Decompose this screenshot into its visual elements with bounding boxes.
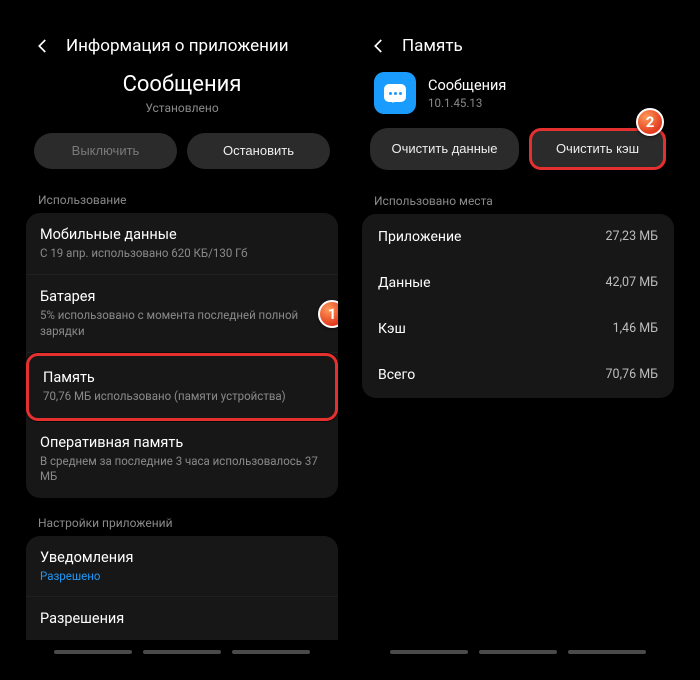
clear-data-button[interactable]: Очистить данные (370, 128, 519, 170)
nav-recent[interactable] (54, 650, 132, 654)
storage-data-row: Данные 42,07 МБ (362, 260, 674, 306)
value: 42,07 МБ (606, 275, 658, 290)
storage-total-row: Всего 70,76 МБ (362, 352, 674, 398)
disable-button[interactable]: Выключить (34, 133, 177, 169)
header: Память (356, 20, 680, 66)
header: Информация о приложении (20, 20, 344, 66)
row-title: Память (43, 369, 321, 386)
back-icon[interactable] (370, 37, 388, 55)
section-space-used: Использовано места (356, 186, 680, 214)
storage-app-row: Приложение 27,23 МБ (362, 214, 674, 260)
nav-recent[interactable] (390, 650, 468, 654)
force-stop-button[interactable]: Остановить (187, 133, 330, 169)
messages-app-icon (374, 72, 416, 114)
storage-row[interactable]: Память 70,76 МБ использовано (памяти уст… (26, 353, 338, 421)
label: Всего (378, 367, 415, 383)
label: Данные (378, 275, 431, 291)
app-name: Сообщения (428, 77, 506, 94)
row-title: Мобильные данные (40, 226, 324, 243)
space-list: Приложение 27,23 МБ Данные 42,07 МБ Кэш … (362, 214, 674, 398)
mobile-data-row[interactable]: Мобильные данные С 19 апр. использовано … (26, 213, 338, 276)
screen-storage: Память Сообщения 10.1.45.13 Очистить дан… (356, 20, 680, 660)
usage-list: Мобильные данные С 19 апр. использовано … (26, 213, 338, 498)
app-settings-list: Уведомления Разрешено Разрешения (26, 536, 338, 640)
row-title: Батарея (40, 288, 324, 305)
row-sub: 5% использовано с момента последней полн… (40, 308, 324, 339)
nav-bar (20, 650, 344, 654)
header-title: Информация о приложении (66, 36, 289, 56)
nav-home[interactable] (479, 650, 557, 654)
row-sub: В среднем за последние 3 часа использова… (40, 454, 324, 485)
nav-home[interactable] (143, 650, 221, 654)
back-icon[interactable] (34, 37, 52, 55)
permissions-row[interactable]: Разрешения (26, 597, 338, 640)
row-title: Разрешения (40, 610, 324, 627)
row-title: Оперативная память (40, 434, 324, 451)
section-usage: Использование (20, 185, 344, 213)
button-row: Выключить Остановить (20, 133, 344, 185)
app-title: Сообщения (20, 72, 344, 97)
callout-badge-2: 2 (636, 108, 664, 136)
section-app-settings: Настройки приложений (20, 508, 344, 536)
ram-row[interactable]: Оперативная память В среднем за последни… (26, 421, 338, 498)
value: 1,46 МБ (613, 321, 658, 336)
label: Кэш (378, 321, 406, 337)
screen-app-info: Информация о приложении Сообщения Устано… (20, 20, 344, 660)
row-link: Разрешено (40, 569, 324, 583)
row-sub: С 19 апр. использовано 620 КБ/130 Гб (40, 246, 324, 262)
app-title-block: Сообщения Установлено (20, 66, 344, 133)
row-title: Уведомления (40, 549, 324, 566)
notifications-row[interactable]: Уведомления Разрешено (26, 536, 338, 597)
button-row: Очистить данные Очистить кэш 2 (356, 128, 680, 186)
nav-back[interactable] (232, 650, 310, 654)
app-version: 10.1.45.13 (428, 96, 506, 110)
nav-bar (356, 650, 680, 654)
header-title: Память (402, 36, 463, 56)
row-sub: 70,76 МБ использовано (памяти устройства… (43, 389, 321, 405)
value: 27,23 МБ (606, 229, 658, 244)
app-info-row: Сообщения 10.1.45.13 (356, 66, 680, 128)
callout-badge-1: 1 (318, 300, 338, 328)
value: 70,76 МБ (606, 367, 658, 382)
battery-row[interactable]: Батарея 5% использовано с момента послед… (26, 275, 338, 353)
storage-cache-row: Кэш 1,46 МБ (362, 306, 674, 352)
app-status: Установлено (20, 101, 344, 115)
label: Приложение (378, 229, 461, 245)
nav-back[interactable] (568, 650, 646, 654)
